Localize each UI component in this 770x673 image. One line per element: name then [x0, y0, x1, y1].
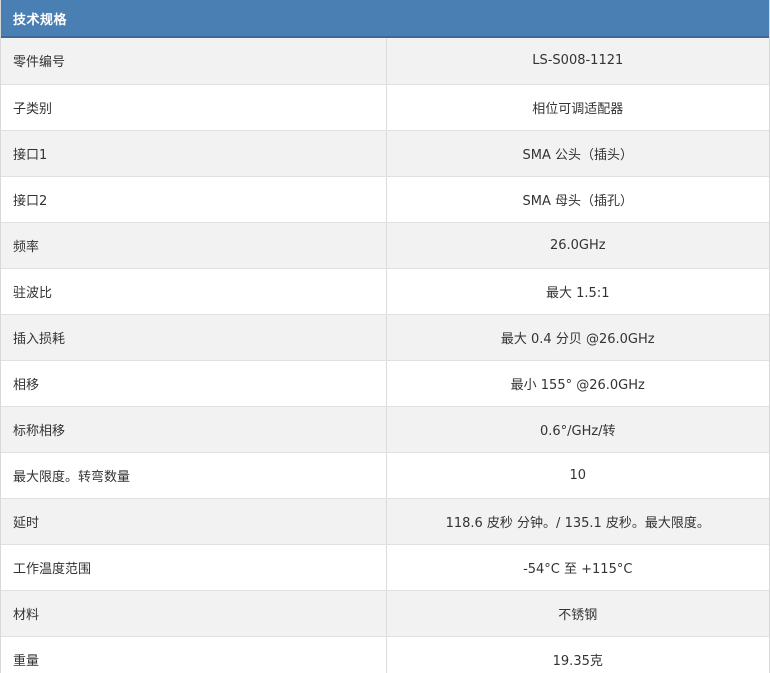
- spec-label-insertion-loss: 插入损耗: [1, 314, 387, 361]
- spec-label-nominal-phase-shift: 标称相移: [1, 406, 387, 453]
- spec-value-weight: 19.35克: [386, 636, 769, 673]
- spec-header: 技术规格: [1, 0, 769, 38]
- spec-label-temperature-range: 工作温度范围: [1, 544, 387, 591]
- spec-value-temperature-range: -54°C 至 +115°C: [386, 544, 769, 591]
- spec-value-delay: 118.6 皮秒 分钟。/ 135.1 皮秒。最大限度。: [386, 498, 769, 545]
- table-row: 接口2 SMA 母头（插孔）: [1, 176, 769, 223]
- spec-label-delay: 延时: [1, 498, 387, 545]
- table-row: 延时 118.6 皮秒 分钟。/ 135.1 皮秒。最大限度。: [1, 498, 769, 545]
- spec-panel: 技术规格 零件编号 LS-S008-1121 子类别 相位可调适配器 接口1 S…: [0, 0, 770, 673]
- spec-value-nominal-phase-shift: 0.6°/GHz/转: [386, 406, 769, 453]
- spec-label-vswr: 驻波比: [1, 268, 387, 315]
- spec-label-frequency: 频率: [1, 222, 387, 269]
- table-row: 插入损耗 最大 0.4 分贝 @26.0GHz: [1, 314, 769, 361]
- spec-value-material: 不锈钢: [386, 590, 769, 637]
- table-row: 驻波比 最大 1.5:1: [1, 268, 769, 315]
- spec-value-vswr: 最大 1.5:1: [386, 268, 769, 315]
- spec-table: 零件编号 LS-S008-1121 子类别 相位可调适配器 接口1 SMA 公头…: [1, 38, 769, 673]
- spec-value-frequency: 26.0GHz: [386, 222, 769, 269]
- spec-label-max-turns: 最大限度。转弯数量: [1, 452, 387, 499]
- spec-label-part-number: 零件编号: [1, 38, 387, 85]
- spec-label-weight: 重量: [1, 636, 387, 673]
- spec-label-connector-2: 接口2: [1, 176, 387, 223]
- spec-value-part-number: LS-S008-1121: [386, 38, 769, 85]
- spec-label-material: 材料: [1, 590, 387, 637]
- spec-label-phase-shift: 相移: [1, 360, 387, 407]
- spec-value-connector-1: SMA 公头（插头）: [386, 130, 769, 177]
- spec-value-max-turns: 10: [386, 452, 769, 499]
- table-row: 相移 最小 155° @26.0GHz: [1, 360, 769, 407]
- table-row: 工作温度范围 -54°C 至 +115°C: [1, 544, 769, 591]
- table-row: 零件编号 LS-S008-1121: [1, 38, 769, 85]
- table-row: 最大限度。转弯数量 10: [1, 452, 769, 499]
- table-row: 频率 26.0GHz: [1, 222, 769, 269]
- spec-value-phase-shift: 最小 155° @26.0GHz: [386, 360, 769, 407]
- spec-value-subcategory: 相位可调适配器: [386, 84, 769, 131]
- table-row: 接口1 SMA 公头（插头）: [1, 130, 769, 177]
- table-row: 材料 不锈钢: [1, 590, 769, 637]
- spec-value-connector-2: SMA 母头（插孔）: [386, 176, 769, 223]
- table-row: 子类别 相位可调适配器: [1, 84, 769, 131]
- table-row: 重量 19.35克: [1, 636, 769, 673]
- spec-label-subcategory: 子类别: [1, 84, 387, 131]
- spec-value-insertion-loss: 最大 0.4 分贝 @26.0GHz: [386, 314, 769, 361]
- spec-label-connector-1: 接口1: [1, 130, 387, 177]
- spec-title: 技术规格: [13, 12, 68, 28]
- table-row: 标称相移 0.6°/GHz/转: [1, 406, 769, 453]
